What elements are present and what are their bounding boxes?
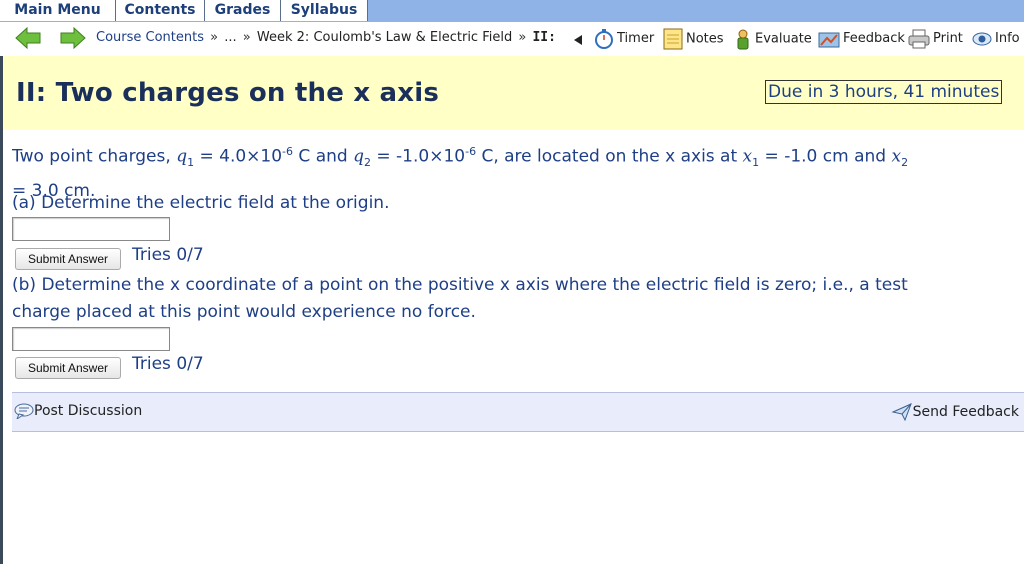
feedback-label: Feedback xyxy=(843,31,905,46)
tab-main-menu[interactable]: Main Menu xyxy=(0,0,116,21)
printer-icon xyxy=(908,29,930,48)
q2-value: = -1.0×10 xyxy=(370,146,466,167)
breadcrumb: Course Contents » ... » Week 2: Coulomb'… xyxy=(96,30,556,45)
post-discussion-button[interactable]: Post Discussion xyxy=(14,403,143,421)
evaluate-label: Evaluate xyxy=(755,31,812,47)
collapse-triangle-icon[interactable] xyxy=(574,35,582,45)
send-feedback-icon xyxy=(891,403,912,422)
q2-symbol: q xyxy=(353,146,364,167)
q1-symbol: q xyxy=(176,146,188,167)
tab-grades[interactable]: Grades xyxy=(205,0,281,21)
problem-text: C, are located on the x axis at xyxy=(476,146,743,167)
notes-label: Notes xyxy=(686,31,724,47)
part-a-question: (a) Determine the electric field at the … xyxy=(12,193,390,213)
info-label: Info xyxy=(995,31,1020,46)
q1-value: = 4.0×10 xyxy=(194,146,283,167)
stopwatch-icon xyxy=(595,28,613,49)
notes-button[interactable]: Notes xyxy=(663,28,724,50)
breadcrumb-current: II: xyxy=(532,30,556,45)
x1-symbol: x xyxy=(742,146,753,167)
forward-arrow-icon[interactable] xyxy=(60,27,86,49)
breadcrumb-separator: » xyxy=(518,30,527,45)
send-feedback-button[interactable]: Send Feedback xyxy=(891,403,1019,422)
tab-contents[interactable]: Contents xyxy=(116,0,205,21)
info-button[interactable]: Info xyxy=(972,28,1020,50)
evaluate-button[interactable]: Evaluate xyxy=(734,28,812,50)
part-b-submit-button[interactable]: Submit Answer xyxy=(15,357,121,379)
post-discussion-label: Post Discussion xyxy=(34,403,143,419)
part-a-tries: Tries 0/7 xyxy=(132,245,204,265)
speech-bubble-icon xyxy=(14,403,34,421)
notepad-icon xyxy=(663,28,683,50)
part-b-question-line2: charge placed at this point would experi… xyxy=(12,302,476,322)
breadcrumb-separator: » xyxy=(210,30,219,45)
part-b-answer-input[interactable] xyxy=(12,327,170,351)
eye-info-icon xyxy=(972,32,992,45)
page-title: II: Two charges on the x axis xyxy=(16,78,440,108)
x1-value: = -1.0 cm and xyxy=(759,146,892,167)
part-a-submit-button[interactable]: Submit Answer xyxy=(15,248,121,270)
breadcrumb-week[interactable]: Week 2: Coulomb's Law & Electric Field xyxy=(257,30,512,45)
problem-text: C and xyxy=(293,146,354,167)
timer-label: Timer xyxy=(617,31,655,46)
breadcrumb-course-contents[interactable]: Course Contents xyxy=(96,30,204,45)
timer-button[interactable]: Timer xyxy=(594,28,654,50)
feedback-button[interactable]: Feedback xyxy=(818,28,905,50)
part-b-tries: Tries 0/7 xyxy=(132,354,204,374)
q2-subscript: 2 xyxy=(363,156,371,170)
x2-symbol: x xyxy=(891,146,902,167)
print-button[interactable]: Print xyxy=(908,28,963,50)
print-label: Print xyxy=(933,31,963,46)
q2-exponent: -6 xyxy=(465,145,477,158)
breadcrumb-separator: » xyxy=(242,30,251,45)
evaluate-icon xyxy=(737,29,749,50)
send-feedback-label: Send Feedback xyxy=(912,404,1019,420)
feedback-icon xyxy=(818,32,840,47)
discussion-bar: Post Discussion Send Feedback xyxy=(12,392,1024,432)
top-menu-bar: Main Menu Contents Grades Syllabus xyxy=(0,0,1024,22)
part-a-answer-input[interactable] xyxy=(12,217,170,241)
due-date-badge: Due in 3 hours, 41 minutes xyxy=(765,80,1003,104)
breadcrumb-ellipsis[interactable]: ... xyxy=(224,30,236,45)
x2-subscript: 2 xyxy=(901,156,909,170)
back-arrow-icon[interactable] xyxy=(15,27,41,49)
part-b-question-line1: (b) Determine the x coordinate of a poin… xyxy=(12,275,908,295)
title-band: II: Two charges on the x axis Due in 3 h… xyxy=(3,56,1024,130)
q1-exponent: -6 xyxy=(282,145,294,158)
problem-text: Two point charges, xyxy=(12,146,177,167)
tab-syllabus[interactable]: Syllabus xyxy=(281,0,368,21)
due-date-text: Due in 3 hours, 41 minutes xyxy=(768,82,1000,102)
navigation-row: Course Contents » ... » Week 2: Coulomb'… xyxy=(0,22,1024,56)
